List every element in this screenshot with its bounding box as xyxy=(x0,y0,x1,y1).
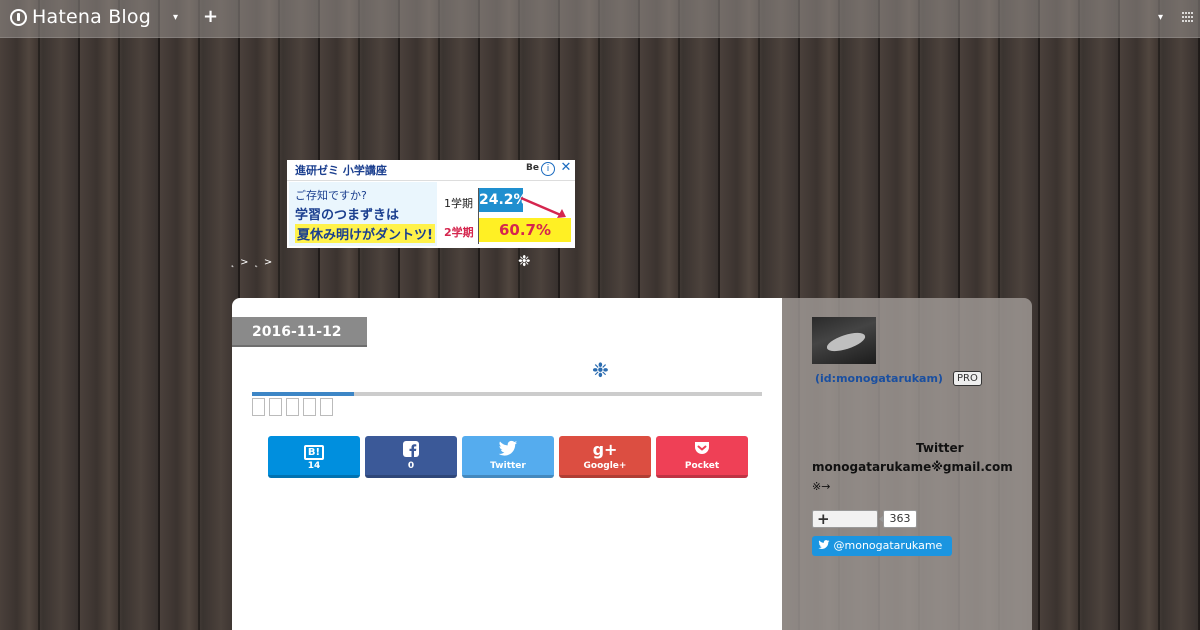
ad-term-2: 2学期 xyxy=(444,226,474,239)
user-menu-chevron-icon[interactable]: ▾ xyxy=(1158,12,1163,23)
category-tags xyxy=(252,398,333,416)
follower-count: 363 xyxy=(879,510,917,528)
twitter-share-button[interactable]: Twitter xyxy=(462,436,554,478)
facebook-share-button[interactable]: 0 xyxy=(365,436,457,478)
advertisement-banner[interactable]: 進研ゼミ 小学講座 Be i ✕ ご存知ですか? 学習のつまずきは 夏休み明けが… xyxy=(287,160,575,248)
twitter-icon xyxy=(462,440,554,460)
pocket-share-button[interactable]: Pocket xyxy=(656,436,748,478)
reading-progress-fill xyxy=(252,392,354,396)
ad-message-panel: ご存知ですか? 学習のつまずきは 夏休み明けがダントツ! xyxy=(289,182,437,246)
category-tag[interactable] xyxy=(303,398,316,416)
ad-trend-arrow-icon xyxy=(520,196,566,218)
reader-follow-button[interactable]: + xyxy=(812,510,878,528)
ad-logo: Be xyxy=(526,163,539,173)
author-id-link[interactable]: (id:monogatarukam) xyxy=(815,372,943,385)
ad-line-3: 夏休み明けがダントツ! xyxy=(295,224,435,243)
ad-term-1: 1学期 xyxy=(444,197,473,210)
chevron-down-icon[interactable]: ▾ xyxy=(173,12,178,23)
twitter-handle: @monogatarukame xyxy=(833,539,943,552)
category-tag[interactable] xyxy=(269,398,282,416)
twitter-label: Twitter xyxy=(916,441,964,455)
sidebar-profile: (id:monogatarukam) PRO Twitter monogatar… xyxy=(782,298,1032,630)
ad-close-icon[interactable]: ✕ xyxy=(559,161,573,175)
category-tag[interactable] xyxy=(252,398,265,416)
twitter-follow-button[interactable]: @monogatarukame xyxy=(812,536,952,556)
twitter-bird-icon xyxy=(818,540,830,549)
entry-date[interactable]: 2016-11-12 xyxy=(232,317,367,347)
ad-line-2: 学習のつまずきは xyxy=(295,208,400,223)
category-tag[interactable] xyxy=(286,398,299,416)
contact-email: monogatarukame※gmail.com xyxy=(812,460,1013,474)
logo-text: Hatena Blog xyxy=(32,6,151,28)
google-plus-share-button[interactable]: g+ Google+ xyxy=(559,436,651,478)
breadcrumb[interactable]: ˛ > ˛ > xyxy=(230,257,273,268)
twitter-share-label: Twitter xyxy=(490,461,526,471)
hatena-blog-logo[interactable]: Hatena Blog xyxy=(10,6,151,28)
avatar[interactable] xyxy=(812,317,876,364)
google-plus-label: Google+ xyxy=(583,461,627,471)
note-arrow: ※→ xyxy=(812,480,831,493)
pocket-icon xyxy=(656,440,748,460)
ad-bar-term-1: 24.2% xyxy=(479,188,528,212)
facebook-count: 0 xyxy=(407,461,415,471)
hatena-bookmark-button[interactable]: B! 14 xyxy=(268,436,360,478)
hatena-bookmark-icon: B! xyxy=(268,440,360,460)
ad-line-1: ご存知ですか? xyxy=(295,189,367,202)
google-plus-icon: g+ xyxy=(592,440,618,459)
add-icon[interactable]: + xyxy=(203,6,218,27)
top-bar: Hatena Blog ▾ + ▾ xyxy=(0,0,1200,38)
ad-info-icon[interactable]: i xyxy=(541,162,555,176)
facebook-icon xyxy=(365,440,457,460)
hatena-logo-icon xyxy=(10,8,27,26)
hatena-bookmark-count: 14 xyxy=(307,461,321,471)
pocket-label: Pocket xyxy=(684,461,720,471)
ornament-icon: ❉ xyxy=(518,252,531,270)
plus-icon: + xyxy=(817,510,830,528)
pro-badge[interactable]: PRO xyxy=(953,371,982,386)
share-buttons: B! 14 0 Twitter g+ Google+ Pocket xyxy=(268,436,748,478)
entry-content: 2016-11-12 ❉ B! 14 0 Twitter g+ Google+ … xyxy=(232,298,782,630)
reading-progress-bar xyxy=(252,392,762,396)
avatar-image xyxy=(824,329,868,355)
entry-ornament-icon: ❉ xyxy=(592,358,609,382)
menu-icon[interactable] xyxy=(1181,11,1195,23)
category-tag[interactable] xyxy=(320,398,333,416)
